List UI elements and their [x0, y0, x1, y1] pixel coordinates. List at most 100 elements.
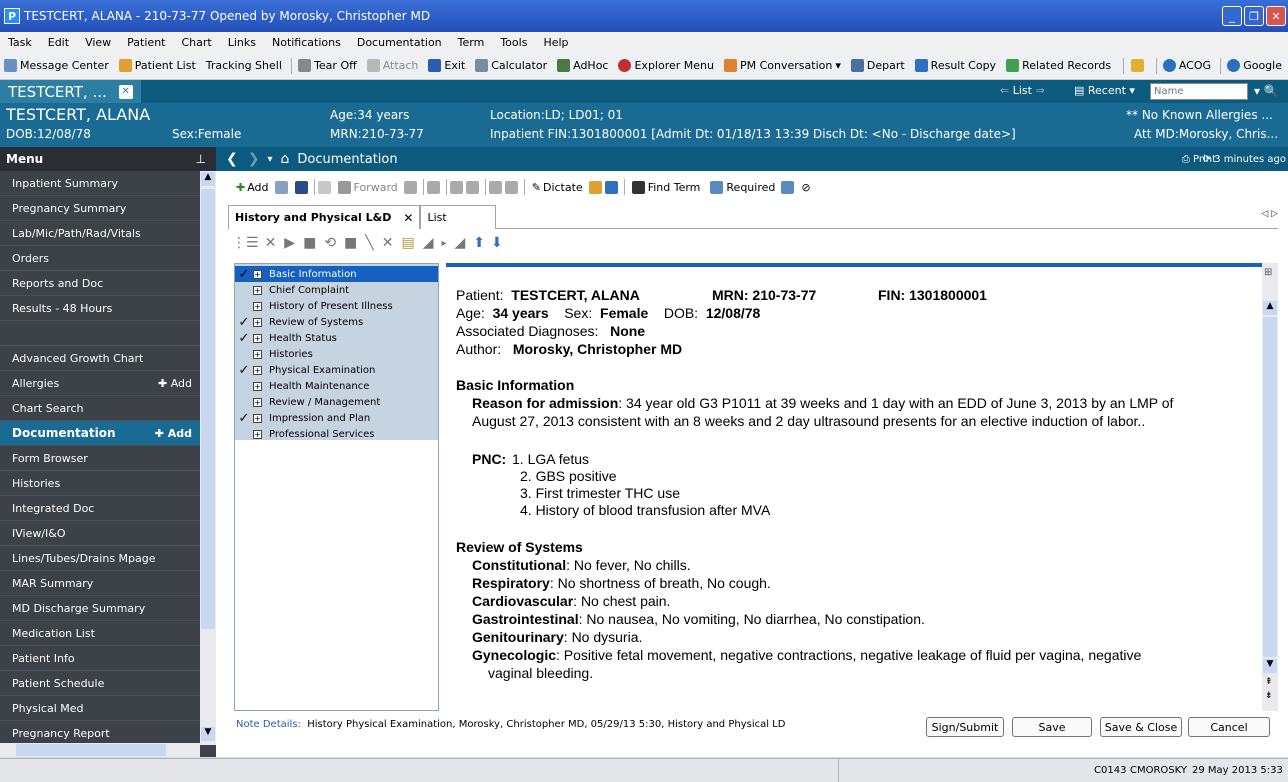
allergies-link[interactable]: ** No Known Allergies ...: [1126, 108, 1273, 122]
sidebar-item[interactable]: Orders: [0, 246, 200, 271]
tree-node[interactable]: ✓ + Health Status: [235, 330, 438, 346]
clipboard-icon[interactable]: ▤: [401, 235, 414, 251]
patient-tab[interactable]: TESTCERT, ... ✕: [0, 80, 141, 103]
patient-list-button[interactable]: Patient List: [118, 59, 196, 72]
sidebar-item[interactable]: Inpatient Summary: [0, 171, 200, 196]
paperclip-icon[interactable]: ⊘: [801, 181, 810, 194]
required-button[interactable]: Required: [710, 180, 775, 194]
sidebar-item[interactable]: Results - 48 Hours: [0, 296, 200, 321]
depart-button[interactable]: Depart: [850, 59, 905, 72]
menu-chart[interactable]: Chart: [181, 36, 211, 49]
menu-view[interactable]: View: [85, 36, 111, 49]
page-up-icon[interactable]: ⇞: [1265, 677, 1273, 687]
menu-scrollbar[interactable]: ▲ ▼: [200, 171, 216, 745]
scroll-up-icon[interactable]: ▲: [1263, 301, 1277, 315]
page-down-icon[interactable]: ⇟: [1265, 691, 1273, 701]
expand-icon[interactable]: +: [253, 317, 262, 327]
expand-icon[interactable]: +: [253, 285, 262, 295]
expand-icon[interactable]: +: [253, 269, 262, 279]
sidebar-item[interactable]: Chart Search: [0, 396, 200, 421]
menu-edit[interactable]: Edit: [48, 36, 69, 49]
restore-icon[interactable]: ❐: [1244, 6, 1264, 26]
sidebar-item[interactable]: Histories: [0, 471, 200, 496]
fraction-icon[interactable]: [449, 180, 463, 194]
expand-icon[interactable]: +: [253, 413, 262, 423]
sidebar-item[interactable]: Form Browser: [0, 446, 200, 471]
paste-icon[interactable]: [504, 180, 518, 194]
tab-list[interactable]: List: [420, 205, 497, 229]
message-center-button[interactable]: Message Center: [4, 59, 109, 72]
save-button[interactable]: Save: [1012, 717, 1092, 737]
save-close-button[interactable]: Save & Close: [1100, 717, 1182, 737]
tree-node[interactable]: ✓ + Basic Information: [235, 266, 438, 282]
menu-term[interactable]: Term: [458, 36, 485, 49]
adhoc-button[interactable]: AdHoc: [557, 59, 608, 72]
menu-notifications[interactable]: Notifications: [272, 36, 341, 49]
scroll-thumb[interactable]: [201, 189, 215, 629]
home-icon[interactable]: ⌂: [281, 151, 290, 167]
expand-icon[interactable]: +: [253, 349, 262, 359]
patient-name-search-input[interactable]: [1150, 83, 1248, 100]
sidebar-item[interactable]: Allergies ✚ Add: [0, 371, 200, 396]
move-up-icon[interactable]: ⬆: [473, 235, 485, 251]
search-icon[interactable]: ▾ 🔍: [1254, 84, 1279, 98]
scroll-down-icon[interactable]: ▼: [201, 727, 215, 741]
sidebar-item[interactable]: Lines/Tubes/Drains Mpage: [0, 546, 200, 571]
cup-icon[interactable]: [465, 180, 479, 194]
patient-name[interactable]: TESTCERT, ALANA: [6, 105, 150, 124]
result-copy-button[interactable]: Result Copy: [914, 59, 996, 72]
menu-documentation[interactable]: Documentation: [357, 36, 442, 49]
close-icon[interactable]: ✕: [1266, 6, 1286, 26]
sidebar-item[interactable]: Integrated Doc: [0, 496, 200, 521]
pin-icon[interactable]: ▶: [284, 235, 295, 251]
insert-icon[interactable]: ◢: [423, 235, 434, 251]
sidebar-item[interactable]: Lab/Mic/Path/Rad/Vitals: [0, 221, 200, 246]
sidebar-item[interactable]: Physical Med: [0, 696, 200, 721]
document-scrollbar[interactable]: ⊞ ▲ ▼ ⇞ ⇟: [1262, 263, 1278, 711]
stamp-icon[interactable]: [426, 180, 440, 194]
save-icon[interactable]: [294, 180, 308, 194]
insert-after-icon[interactable]: ◢: [455, 235, 466, 251]
tab-scroll-icon[interactable]: ◁ ▷: [1261, 209, 1278, 219]
menu-hscrollbar[interactable]: [0, 743, 200, 757]
slash-icon[interactable]: ╲: [365, 235, 373, 251]
forward-button[interactable]: Forward: [337, 180, 398, 194]
close-tab-icon[interactable]: ✕: [403, 211, 413, 225]
calculator-button[interactable]: Calculator: [475, 59, 547, 72]
pm-conversation-button[interactable]: PM Conversation ▾: [723, 59, 841, 72]
add-button[interactable]: ✚ Add: [155, 427, 192, 440]
add-button[interactable]: ✚ Add: [158, 377, 192, 390]
block-icon[interactable]: ■: [344, 235, 357, 251]
cross-icon[interactable]: ✕: [382, 235, 394, 251]
close-tab-icon[interactable]: ✕: [118, 84, 133, 99]
explorer-menu-button[interactable]: Explorer Menu: [618, 59, 714, 72]
tear-off-button[interactable]: Tear Off: [298, 59, 357, 72]
expand-icon[interactable]: +: [253, 333, 262, 343]
view-icon[interactable]: [274, 180, 288, 194]
copy-icon[interactable]: [488, 180, 502, 194]
expand-icon[interactable]: +: [253, 365, 262, 375]
menu-help[interactable]: Help: [543, 36, 568, 49]
forward-icon[interactable]: ❯: [248, 151, 260, 167]
back-icon[interactable]: ❮: [226, 151, 238, 167]
scroll-down-icon[interactable]: ▼: [1263, 659, 1277, 673]
expand-icon[interactable]: +: [253, 397, 262, 407]
add-button[interactable]: ✚ Add: [236, 181, 269, 194]
google-button[interactable]: Google: [1227, 59, 1282, 72]
scroll-up-icon[interactable]: ▲: [201, 172, 215, 186]
tree-node[interactable]: ✓ + Physical Examination: [235, 362, 438, 378]
table-icon[interactable]: ⊞: [1264, 267, 1272, 278]
exit-button[interactable]: Exit: [428, 59, 465, 72]
sidebar-item[interactable]: MAR Summary: [0, 571, 200, 596]
sidebar-item[interactable]: Documentation ✚ Add: [0, 421, 200, 446]
document-view[interactable]: Patient: TESTCERT, ALANA MRN: 210-73-77 …: [446, 263, 1262, 711]
sidebar-item[interactable]: Advanced Growth Chart: [0, 346, 200, 371]
image-icon[interactable]: [604, 180, 618, 194]
refresh-icon[interactable]: ⟲: [324, 235, 336, 251]
export-icon[interactable]: [781, 180, 795, 194]
tree-node[interactable]: + Professional Services: [235, 426, 438, 442]
expand-icon[interactable]: +: [253, 429, 262, 439]
tree-node[interactable]: ✓ + Impression and Plan: [235, 410, 438, 426]
sign-submit-button[interactable]: Sign/Submit: [926, 717, 1004, 737]
folder-icon[interactable]: ■: [303, 235, 316, 251]
